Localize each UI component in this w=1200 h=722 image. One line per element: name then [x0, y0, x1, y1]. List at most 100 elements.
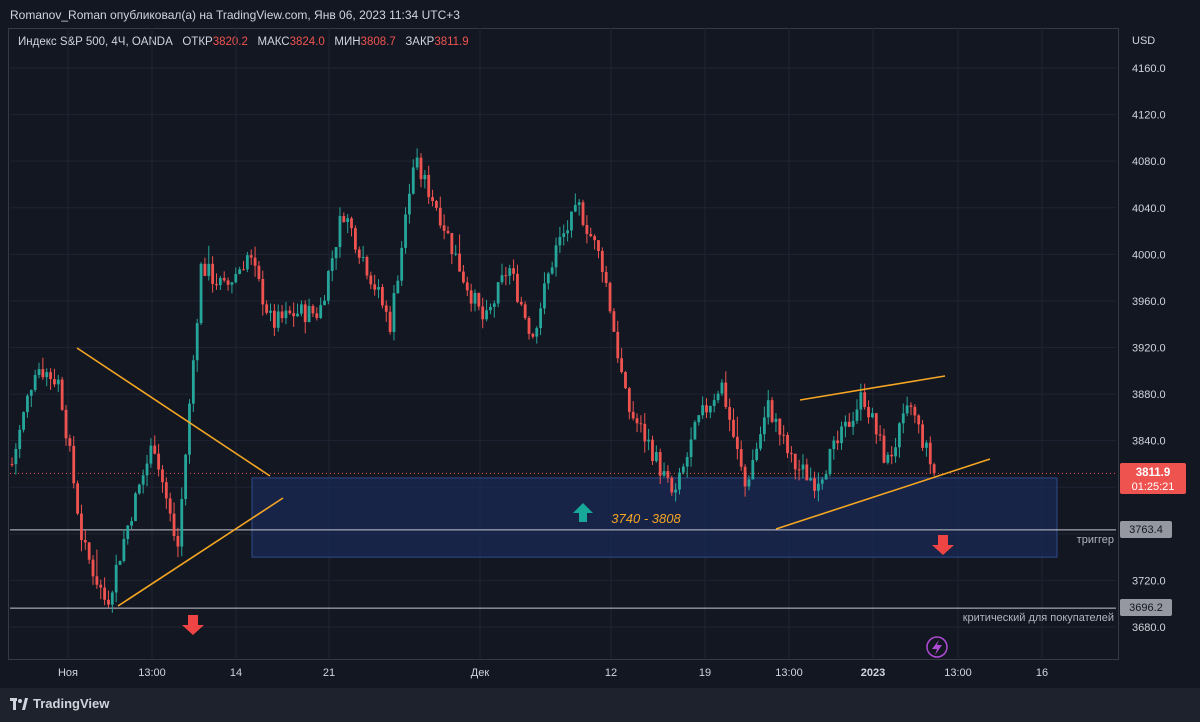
candle-body — [643, 423, 647, 442]
candle-body — [871, 413, 874, 418]
candle-body — [60, 379, 64, 410]
y-tick-labels: 3680.0 3720.0 3840.0 3880.0 3920.0 3960.0 4000… — [1132, 63, 1166, 634]
candle-body — [712, 400, 716, 406]
candle-body — [415, 157, 419, 168]
candle-body — [921, 424, 924, 448]
candle-body — [759, 434, 762, 449]
candle-body — [697, 415, 701, 423]
candle-body — [311, 305, 315, 314]
candle-body — [512, 268, 515, 274]
x-tick-label: 13:00 — [775, 667, 803, 679]
candle-body — [701, 405, 705, 416]
candle-body — [539, 308, 542, 329]
candle-body — [894, 447, 897, 457]
x-tick-label: 2023 — [861, 667, 885, 679]
lightning-icon[interactable] — [926, 636, 948, 658]
candle-body — [323, 300, 326, 306]
candle-body — [600, 250, 604, 272]
candle-body — [33, 374, 37, 390]
current-price-value: 3811.9 — [1136, 467, 1171, 479]
candle-body — [693, 422, 697, 440]
candle-body — [56, 379, 60, 385]
chart-canvas[interactable]: 3680.0 3720.0 3840.0 3880.0 3920.0 3960.0 4000… — [0, 0, 1200, 688]
candle-body — [107, 599, 110, 605]
candle-body — [840, 426, 843, 444]
candle-body — [404, 214, 407, 248]
x-tick-label: 14 — [230, 667, 242, 679]
candle-body — [265, 304, 269, 313]
candle-body — [292, 313, 296, 317]
candle-body — [782, 434, 786, 436]
y-tick-label: 4080.0 — [1132, 156, 1166, 168]
candle-body — [303, 304, 307, 322]
candle-body — [288, 310, 292, 314]
candle-body — [296, 313, 299, 317]
candle-body — [438, 207, 442, 226]
x-tick-label: 21 — [323, 667, 335, 679]
candle-body — [269, 310, 272, 313]
candle-body — [732, 419, 735, 437]
candle-body — [932, 464, 936, 474]
x-tick-label: Дек — [471, 667, 490, 679]
candle-body — [778, 418, 782, 435]
down-arrow-icon — [182, 615, 204, 635]
candle-body — [489, 306, 492, 311]
candle-body — [878, 434, 882, 436]
x-tick-label: 12 — [605, 667, 617, 679]
candle-body — [400, 247, 404, 281]
candle-body — [126, 525, 130, 539]
candle-body — [188, 403, 191, 455]
candle-body — [149, 445, 153, 464]
candle-body — [22, 412, 25, 430]
tradingview-brand[interactable]: TradingView — [10, 696, 109, 711]
candle-body — [99, 584, 103, 588]
candle-body — [863, 392, 867, 408]
candle-body — [755, 448, 759, 461]
candle-body — [365, 256, 369, 276]
candle-body — [118, 560, 122, 565]
candle-body — [674, 489, 678, 493]
candle-body — [381, 287, 384, 306]
candle-body — [226, 280, 230, 285]
candle-body — [543, 283, 546, 309]
tradingview-logo-icon — [10, 697, 28, 710]
candle-body — [350, 218, 353, 229]
candle-body — [26, 395, 29, 413]
candle-body — [809, 478, 813, 481]
candle-body — [469, 290, 473, 304]
candle-body — [909, 405, 913, 407]
x-tick-label: 13:00 — [944, 667, 972, 679]
candle-body — [724, 382, 728, 407]
candle-body — [485, 310, 488, 320]
candle-body — [685, 457, 689, 467]
candle-body — [157, 453, 161, 470]
candle-body — [419, 157, 423, 180]
candle-body — [604, 271, 608, 283]
pattern-lines — [76, 347, 991, 607]
candle-body — [10, 463, 14, 465]
candle-body — [87, 542, 91, 560]
candle-body — [627, 388, 631, 412]
candle-body — [207, 263, 211, 276]
candle-body — [589, 234, 593, 237]
candle-body — [805, 464, 809, 481]
candle-body — [299, 304, 303, 314]
candle-body — [824, 474, 828, 480]
candle-body — [473, 292, 477, 304]
candle-body — [91, 559, 95, 577]
candle-body — [72, 445, 76, 484]
candle-body — [813, 478, 816, 491]
x-tick-label: 13:00 — [138, 667, 166, 679]
candle-body — [114, 564, 118, 593]
candle-body — [161, 469, 164, 483]
candle-body — [855, 409, 859, 421]
candle-body — [180, 499, 184, 547]
candle-body — [222, 277, 226, 281]
candle-body — [95, 576, 99, 585]
candle-body — [41, 369, 45, 378]
candle-body — [326, 271, 330, 301]
candle-body — [639, 423, 643, 425]
candle-body — [550, 267, 554, 274]
candle-body — [751, 460, 755, 480]
candle-body — [743, 466, 747, 487]
